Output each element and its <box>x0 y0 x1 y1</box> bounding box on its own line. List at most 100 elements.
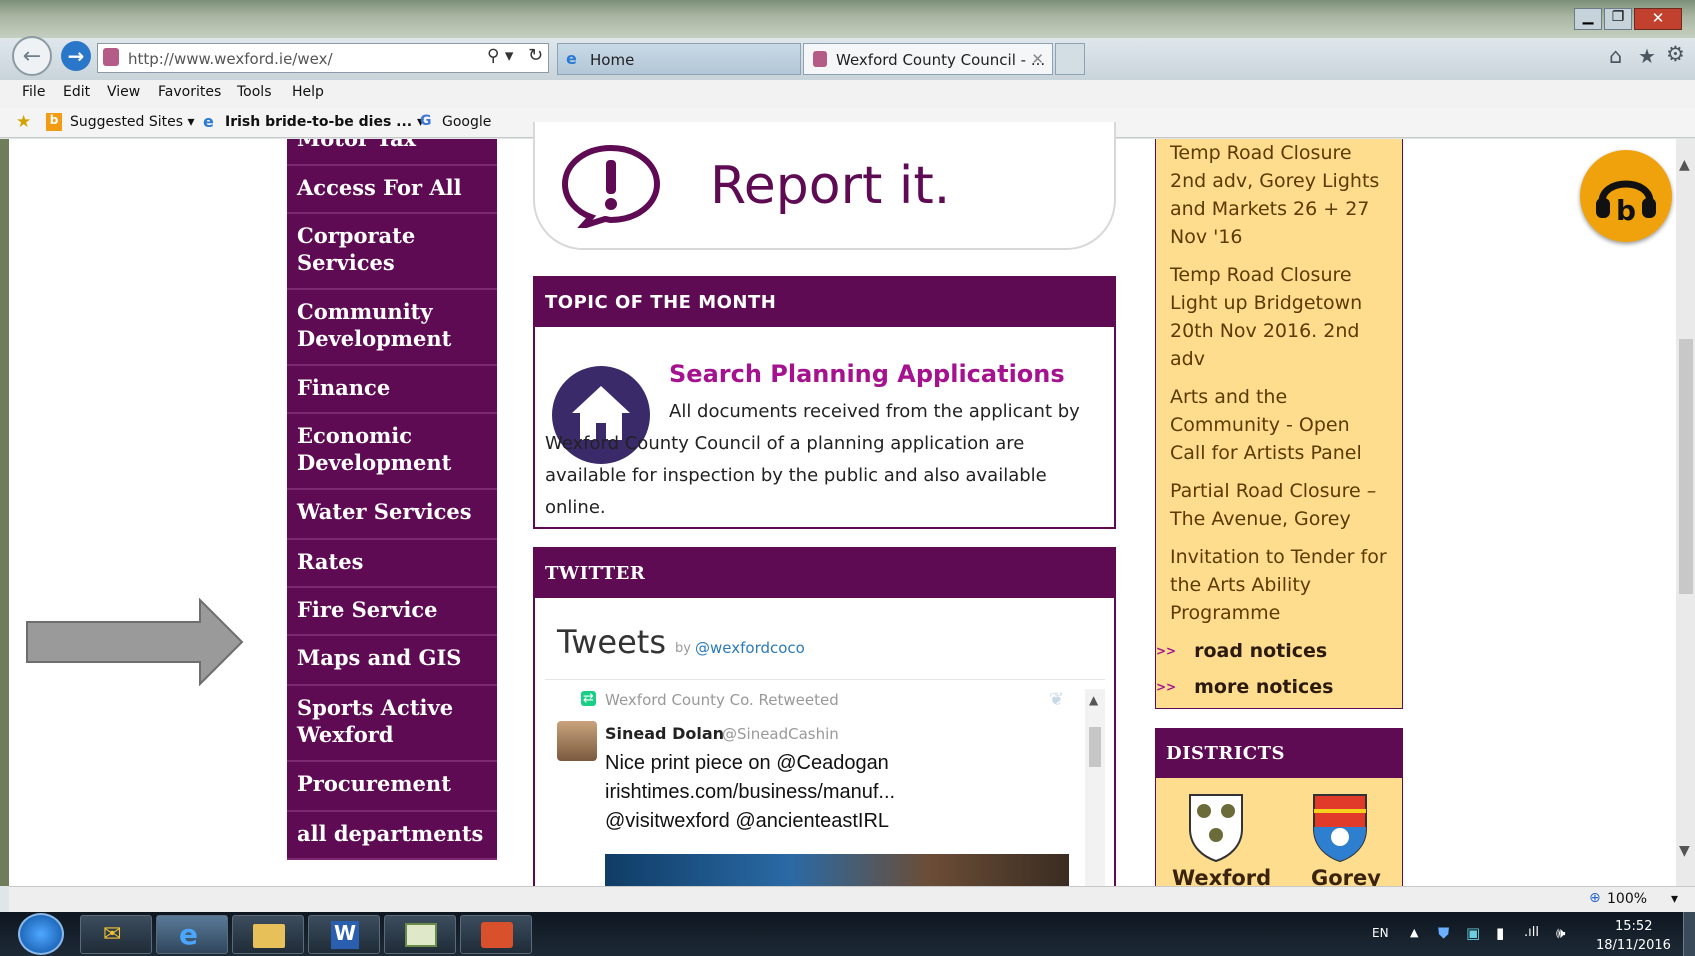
scroll-up-icon[interactable]: ▲ <box>1089 693 1098 707</box>
new-tab-button[interactable] <box>1055 43 1085 75</box>
minimize-button[interactable]: ▁ <box>1574 8 1602 30</box>
network-monitor-icon[interactable]: ▣ <box>1466 924 1480 942</box>
double-chevron-icon: >> <box>1156 680 1177 694</box>
tweet-divider <box>545 679 1105 680</box>
home-icon[interactable]: ⌂ <box>1609 44 1622 68</box>
refresh-icon[interactable]: ↻ <box>528 45 543 66</box>
sidebar-item-procurement[interactable]: Procurement <box>287 762 497 812</box>
clock-date[interactable]: 18/11/2016 <box>1596 938 1671 953</box>
gorey-crest-icon[interactable] <box>1310 791 1370 863</box>
districts-heading: DISTRICTS <box>1156 729 1402 778</box>
zoom-level[interactable]: 100% <box>1607 891 1647 907</box>
district-wexford-link[interactable]: Wexford <box>1172 866 1271 886</box>
avatar <box>557 721 597 761</box>
notice-link[interactable]: Invitation to Tender for the Arts Abilit… <box>1170 543 1388 627</box>
volume-icon[interactable]: 🕪 <box>1556 924 1565 942</box>
gear-icon[interactable]: ⚙ <box>1666 42 1685 66</box>
audio-assist-button[interactable]: b <box>1580 150 1672 242</box>
folder-icon <box>253 924 285 948</box>
twitter-handle-link[interactable]: @wexfordcoco <box>695 639 805 657</box>
ie-page-icon: e <box>203 112 214 131</box>
page-scrollbar[interactable]: ▲ ▼ <box>1676 139 1695 886</box>
sidebar-item-all-departments[interactable]: all departments <box>287 812 497 860</box>
menu-help[interactable]: Help <box>292 84 324 100</box>
sidebar-item-rates[interactable]: Rates <box>287 540 497 588</box>
twitter-panel: TWITTER Tweets by @wexfordcoco ⇄ Wexford… <box>533 547 1116 886</box>
fav-suggested-sites[interactable]: Suggested Sites ▾ <box>70 114 195 130</box>
taskbar-presenter[interactable] <box>460 915 532 954</box>
notice-link[interactable]: Arts and the Community - Open Call for A… <box>1170 383 1388 467</box>
sidebar-item-corporate-services[interactable]: Corporate Services <box>287 214 497 290</box>
sidebar-item-motor-tax[interactable]: Motor Tax <box>287 139 497 166</box>
tweet-line: Nice print piece on @Ceadogan <box>605 752 889 774</box>
sidebar-item-sports-active-wexford[interactable]: Sports Active Wexford <box>287 686 497 762</box>
sidebar-item-fire-service[interactable]: Fire Service <box>287 588 497 636</box>
tab-label: Wexford County Council - ... <box>836 51 1046 69</box>
menu-view[interactable]: View <box>107 84 140 100</box>
sidebar-item-water-services[interactable]: Water Services <box>287 490 497 540</box>
sidebar-item-maps-and-gis[interactable]: Maps and GIS <box>287 636 497 686</box>
favorites-star-icon[interactable]: ★ <box>1638 44 1656 68</box>
sidebar-item-economic-development[interactable]: Economic Development <box>287 414 497 490</box>
taskbar-explorer[interactable] <box>232 915 304 954</box>
fav-irish-bride[interactable]: Irish bride-to-be dies ... ▾ <box>225 114 424 130</box>
tweet-image[interactable] <box>605 854 1069 886</box>
tweet-author[interactable]: Sinead Dolan <box>605 724 724 743</box>
tweet-scrollbar[interactable]: ▲ <box>1085 689 1105 886</box>
sidebar-item-access-for-all[interactable]: Access For All <box>287 166 497 214</box>
menu-favorites[interactable]: Favorites <box>158 84 221 100</box>
taskbar-app[interactable] <box>384 915 456 954</box>
scroll-thumb[interactable] <box>1679 339 1693 594</box>
tweets-by: by <box>675 641 691 656</box>
more-notices-link[interactable]: >> more notices <box>1156 673 1388 701</box>
power-icon[interactable]: ▮ <box>1496 924 1504 942</box>
taskbar-word[interactable]: W <box>308 915 380 954</box>
shield-icon[interactable]: ⛊ <box>1438 924 1449 942</box>
clock-time[interactable]: 15:52 <box>1615 919 1652 934</box>
start-button[interactable] <box>18 913 64 955</box>
language-indicator[interactable]: EN <box>1372 926 1389 940</box>
report-it-banner[interactable]: Report it. <box>533 122 1116 250</box>
sidebar-item-label: Water Services <box>297 499 472 524</box>
sidebar-item-community-development[interactable]: Community Development <box>287 290 497 366</box>
menu-tools[interactable]: Tools <box>237 84 272 100</box>
close-window-button[interactable]: ✕ <box>1634 8 1682 30</box>
district-gorey-link[interactable]: Gorey <box>1311 866 1381 886</box>
show-desktop-button[interactable] <box>1683 912 1695 956</box>
tweet-line[interactable]: irishtimes.com/business/manuf... <box>605 778 895 807</box>
menu-edit[interactable]: Edit <box>63 84 90 100</box>
taskbar-outlook[interactable]: ✉ <box>80 915 152 954</box>
back-button[interactable]: ← <box>12 36 52 76</box>
sidebar-item-label: all departments <box>297 821 484 846</box>
notice-link[interactable]: Temp Road Closure 2nd adv, Gorey Lights … <box>1170 139 1388 251</box>
signal-icon[interactable]: .ıll <box>1524 925 1539 940</box>
taskbar-ie[interactable]: e <box>156 915 228 954</box>
tweet-line: @visitwexford @ancienteastIRL <box>605 810 890 832</box>
url-text: http://www.wexford.ie/wex/ <box>128 50 333 68</box>
notice-link[interactable]: Temp Road Closure Light up Bridgetown 20… <box>1170 261 1388 373</box>
zoom-dropdown-icon[interactable]: ▾ <box>1671 891 1678 907</box>
scroll-thumb[interactable] <box>1089 727 1101 767</box>
restore-button[interactable]: ❐ <box>1604 8 1632 30</box>
add-favorite-icon[interactable]: ★ <box>16 112 31 132</box>
tweet-author-handle[interactable]: @SineadCashin <box>722 725 839 743</box>
sidebar-item-finance[interactable]: Finance <box>287 366 497 414</box>
wexford-crest-icon[interactable] <box>1186 791 1246 863</box>
search-icon[interactable]: ⚲ ▾ <box>487 46 513 66</box>
tab-wexford[interactable]: Wexford County Council - ... ✕ <box>803 43 1053 75</box>
fav-google[interactable]: Google <box>442 114 491 130</box>
sidebar-item-label: Access For All <box>297 175 462 200</box>
search-planning-link[interactable]: Search Planning Applications <box>669 360 1065 388</box>
tray-chevron-icon[interactable]: ▲ <box>1410 926 1418 939</box>
close-tab-icon[interactable]: ✕ <box>1031 50 1044 68</box>
exclamation-speech-icon <box>561 144 661 228</box>
tweets-title: Tweets <box>557 623 667 661</box>
road-notices-link[interactable]: >> road notices <box>1156 637 1388 665</box>
scroll-up-icon[interactable]: ▲ <box>1679 157 1690 173</box>
forward-button[interactable]: → <box>61 41 91 71</box>
menu-file[interactable]: File <box>22 84 45 100</box>
address-bar[interactable]: http://www.wexford.ie/wex/ <box>97 43 549 73</box>
scroll-down-icon[interactable]: ▼ <box>1679 843 1690 859</box>
tab-home[interactable]: e Home <box>557 43 801 75</box>
notice-link[interactable]: Partial Road Closure – The Avenue, Gorey <box>1170 477 1388 533</box>
